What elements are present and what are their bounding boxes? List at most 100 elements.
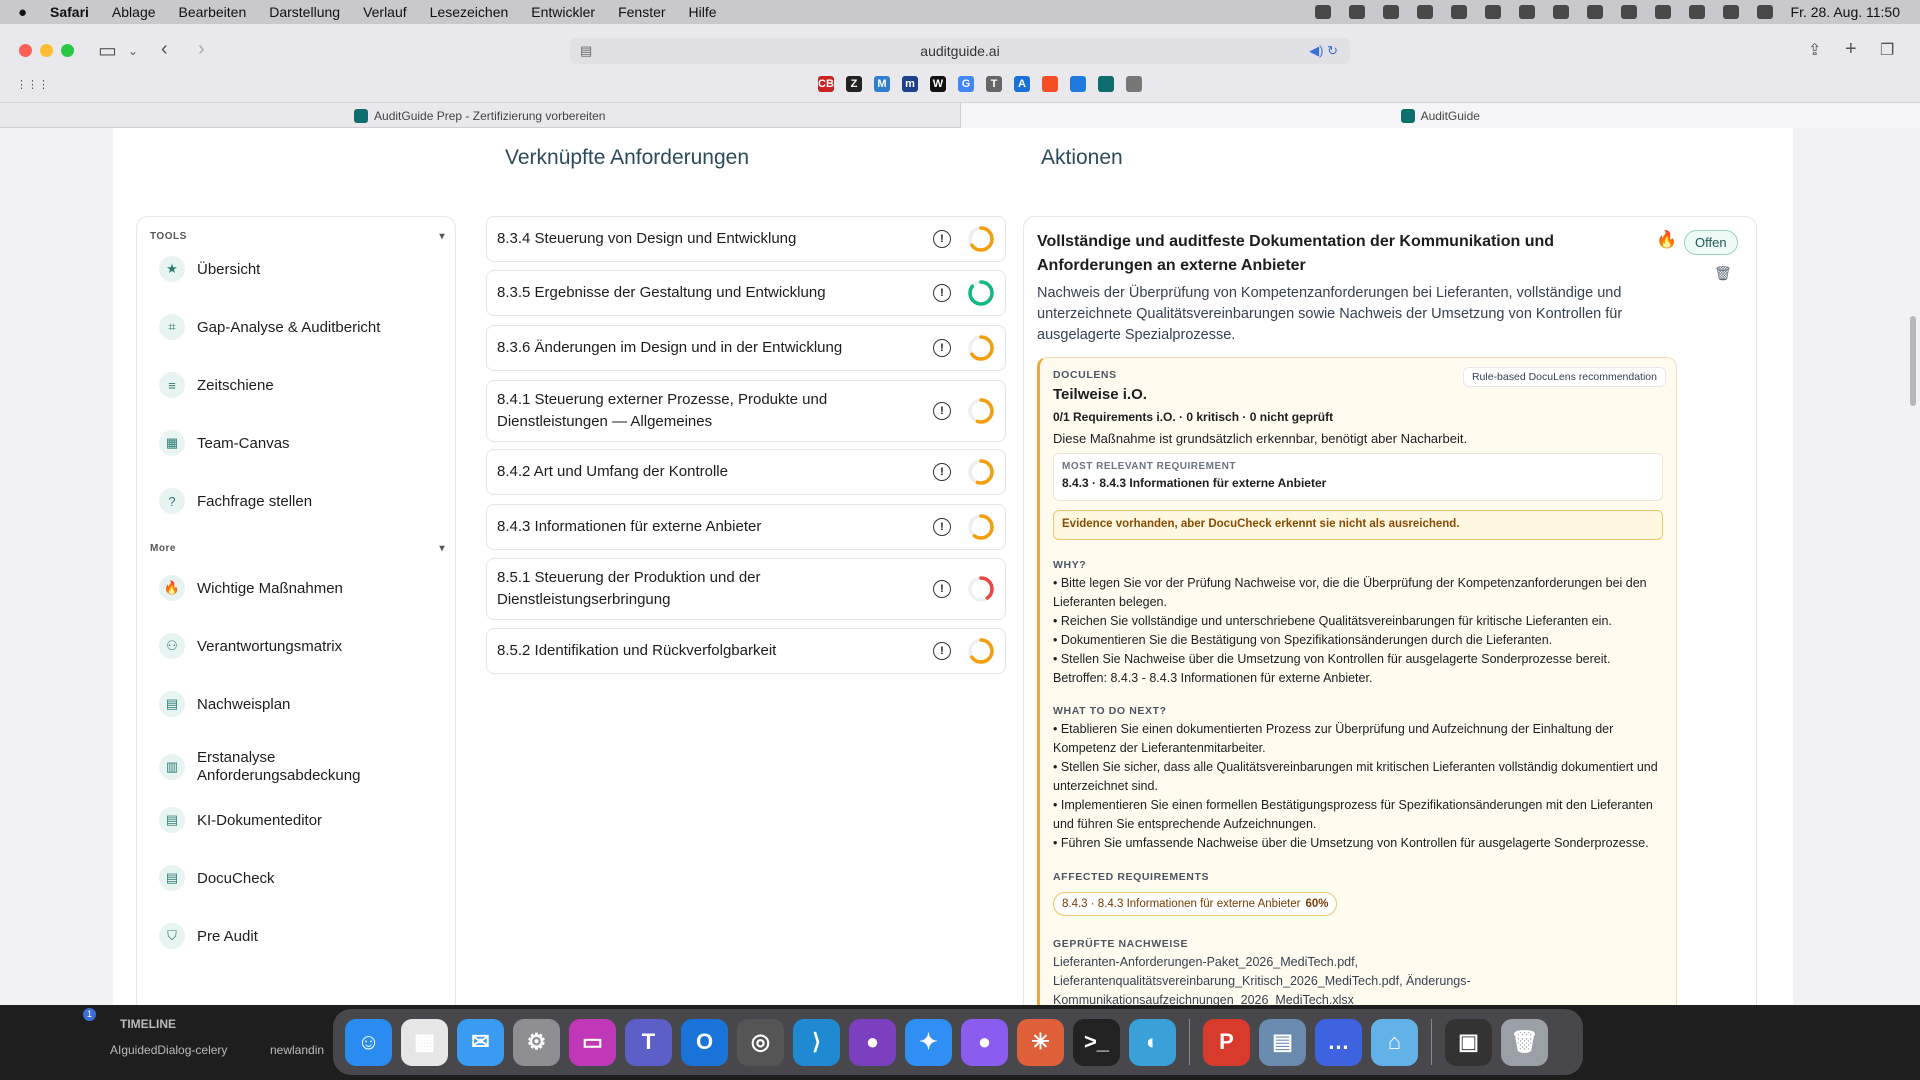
chevron-down-icon[interactable]: ▾ xyxy=(439,231,445,242)
more-section-header[interactable]: More ▾ xyxy=(150,543,445,554)
github-icon[interactable]: ● xyxy=(849,1018,896,1066)
status-badge[interactable]: Offen xyxy=(1684,230,1738,255)
sidebar-item-verantwortungsmatrix[interactable]: ⚇ Verantwortungsmatrix xyxy=(159,633,342,659)
menu-entwickler[interactable]: Entwickler xyxy=(531,4,595,20)
status-icon[interactable] xyxy=(1518,5,1535,19)
chevron-down-icon[interactable]: ▾ xyxy=(439,543,445,554)
sidebar-item-übersicht[interactable]: ★ Übersicht xyxy=(159,256,260,282)
outlook-icon[interactable]: O xyxy=(681,1018,728,1066)
gallery-icon[interactable]: ▣ xyxy=(1445,1018,1492,1066)
status-icon[interactable] xyxy=(1416,5,1433,19)
teams-icon[interactable]: T xyxy=(625,1018,672,1066)
preview-icon[interactable]: ▤ xyxy=(1259,1018,1306,1066)
timeline-label[interactable]: TIMELINE xyxy=(120,1017,176,1031)
w-icon[interactable]: W xyxy=(930,76,946,92)
requirement-row[interactable]: 8.3.6 Änderungen im Design und in der En… xyxy=(486,325,1006,371)
new-tab-icon[interactable]: + xyxy=(1845,38,1857,61)
zoom-window-button[interactable] xyxy=(61,44,74,57)
sidebar-item-zeitschiene[interactable]: ≡ Zeitschiene xyxy=(159,372,274,398)
tab-auditguide[interactable]: AuditGuide xyxy=(960,103,1920,128)
chat-icon[interactable]: … xyxy=(1315,1018,1362,1066)
launchpad-icon[interactable]: ▦ xyxy=(401,1018,448,1066)
page-menu-icon[interactable]: ▤ xyxy=(580,43,592,59)
trash-icon[interactable]: 🗑 xyxy=(1501,1018,1548,1066)
control-center-icon[interactable] xyxy=(1756,5,1773,19)
page-scrollbar[interactable] xyxy=(1910,316,1916,406)
play-icon[interactable] xyxy=(1586,5,1603,19)
proxyman-icon[interactable]: ◐ xyxy=(1129,1018,1176,1066)
share-icon[interactable]: ⇪ xyxy=(1808,40,1821,60)
blue-icon[interactable] xyxy=(1070,76,1086,92)
status-icon[interactable] xyxy=(1484,5,1501,19)
close-window-button[interactable] xyxy=(19,44,32,57)
ms-icon[interactable] xyxy=(1042,76,1058,92)
status-icon[interactable] xyxy=(1552,5,1569,19)
m2-icon[interactable]: m xyxy=(902,76,918,92)
status-icon[interactable] xyxy=(1450,5,1467,19)
battery-icon[interactable] xyxy=(1620,5,1637,19)
status-icon[interactable] xyxy=(1348,5,1365,19)
requirement-row[interactable]: 8.5.1 Steuerung der Produktion und der D… xyxy=(486,558,1006,620)
requirement-row[interactable]: 8.4.2 Art und Umfang der Kontrolle! xyxy=(486,449,1006,495)
menu-lesezeichen[interactable]: Lesezeichen xyxy=(430,4,509,20)
tools-section-header[interactable]: TOOLS ▾ xyxy=(150,231,445,242)
t-icon[interactable]: T xyxy=(986,76,1002,92)
requirement-row[interactable]: 8.4.1 Steuerung externer Prozesse, Produ… xyxy=(486,380,1006,442)
finder-icon[interactable]: ☺ xyxy=(345,1018,392,1066)
screens-icon[interactable]: ▭ xyxy=(569,1018,616,1066)
sidebar-toggle-icon[interactable]: ▭ xyxy=(98,38,117,63)
sidebar-item-gap-analyse-auditbericht[interactable]: ⌗ Gap-Analyse & Auditbericht xyxy=(159,314,380,340)
tab-auditguide-prep[interactable]: AuditGuide Prep - Zertifizierung vorbere… xyxy=(0,103,960,128)
sidebar-item-nachweisplan[interactable]: ▤ Nachweisplan xyxy=(159,691,290,717)
claude-icon[interactable]: ✳ xyxy=(1017,1018,1064,1066)
menu-safari[interactable]: Safari xyxy=(50,4,89,20)
requirement-row[interactable]: 8.5.2 Identifikation und Rückverfolgbark… xyxy=(486,628,1006,674)
info-icon[interactable]: ! xyxy=(933,463,951,481)
google-icon[interactable]: G xyxy=(958,76,974,92)
screenshot-icon[interactable]: ◎ xyxy=(737,1018,784,1066)
powerpoint-icon[interactable]: P xyxy=(1203,1018,1250,1066)
info-icon[interactable]: ! xyxy=(933,642,951,660)
terminal-line-2[interactable]: newlandin xyxy=(270,1043,324,1057)
sidebar-item-wichtige-maßnahmen[interactable]: 🔥 Wichtige Maßnahmen xyxy=(159,575,343,601)
terminal-line-1[interactable]: AIguidedDialog-celery xyxy=(110,1043,227,1057)
files-icon[interactable]: ⌂ xyxy=(1371,1018,1418,1066)
sidebar-item-team-canvas[interactable]: ▦ Team-Canvas xyxy=(159,430,290,456)
address-bar[interactable]: ▤ auditguide.ai ◀) ↻ xyxy=(570,38,1350,64)
status-icon[interactable] xyxy=(1314,5,1331,19)
teal-icon[interactable] xyxy=(1098,76,1114,92)
requirement-row[interactable]: 8.4.3 Informationen für externe Anbieter… xyxy=(486,504,1006,550)
audio-reload-icon[interactable]: ◀) ↻ xyxy=(1309,43,1338,59)
tab-overview-icon[interactable]: ❐ xyxy=(1880,40,1894,60)
sidebar-item-pre-audit[interactable]: ⛉ Pre Audit xyxy=(159,923,258,949)
info-icon[interactable]: ! xyxy=(933,284,951,302)
menu-bearbeiten[interactable]: Bearbeiten xyxy=(179,4,247,20)
menu-hilfe[interactable]: Hilfe xyxy=(689,4,717,20)
sidebar-item-erstanalyse-anforderungsabdeckung[interactable]: ▥ Erstanalyse Anforderungsabdeckung xyxy=(159,749,367,785)
info-icon[interactable]: ! xyxy=(933,402,951,420)
sidebar-item-fachfrage-stellen[interactable]: ? Fachfrage stellen xyxy=(159,488,312,514)
terminal-icon[interactable]: >_ xyxy=(1073,1018,1120,1066)
info-icon[interactable]: ! xyxy=(933,580,951,598)
wifi-icon[interactable] xyxy=(1688,5,1705,19)
chevron-down-icon[interactable]: ⌄ xyxy=(128,44,138,58)
status-icon[interactable] xyxy=(1382,5,1399,19)
apple-icon[interactable]: ● xyxy=(18,4,40,21)
clock-icon[interactable] xyxy=(1654,5,1671,19)
requirement-row[interactable]: 8.3.4 Steuerung von Design und Entwicklu… xyxy=(486,216,1006,262)
sidebar-item-docucheck[interactable]: ▤ DocuCheck xyxy=(159,865,275,891)
cb-icon[interactable]: CB xyxy=(818,76,834,92)
sidebar-item-ki-dokumenteditor[interactable]: ▤ KI-Dokumenteditor xyxy=(159,807,322,833)
requirement-row[interactable]: 8.3.5 Ergebnisse der Gestaltung und Entw… xyxy=(486,270,1006,316)
info-icon[interactable]: ! xyxy=(933,339,951,357)
globe-icon[interactable] xyxy=(1126,76,1142,92)
info-icon[interactable]: ! xyxy=(933,518,951,536)
affected-requirement-pill[interactable]: 8.4.3 · 8.4.3 Informationen für externe … xyxy=(1053,892,1338,916)
minimize-window-button[interactable] xyxy=(40,44,53,57)
menu-clock[interactable]: Fr. 28. Aug. 11:50 xyxy=(1791,4,1900,20)
m-icon[interactable]: M xyxy=(874,76,890,92)
siri-icon[interactable]: ● xyxy=(961,1018,1008,1066)
forward-icon[interactable]: › xyxy=(198,38,205,61)
settings-icon[interactable]: ⚙ xyxy=(513,1018,560,1066)
z-icon[interactable]: Z xyxy=(846,76,862,92)
